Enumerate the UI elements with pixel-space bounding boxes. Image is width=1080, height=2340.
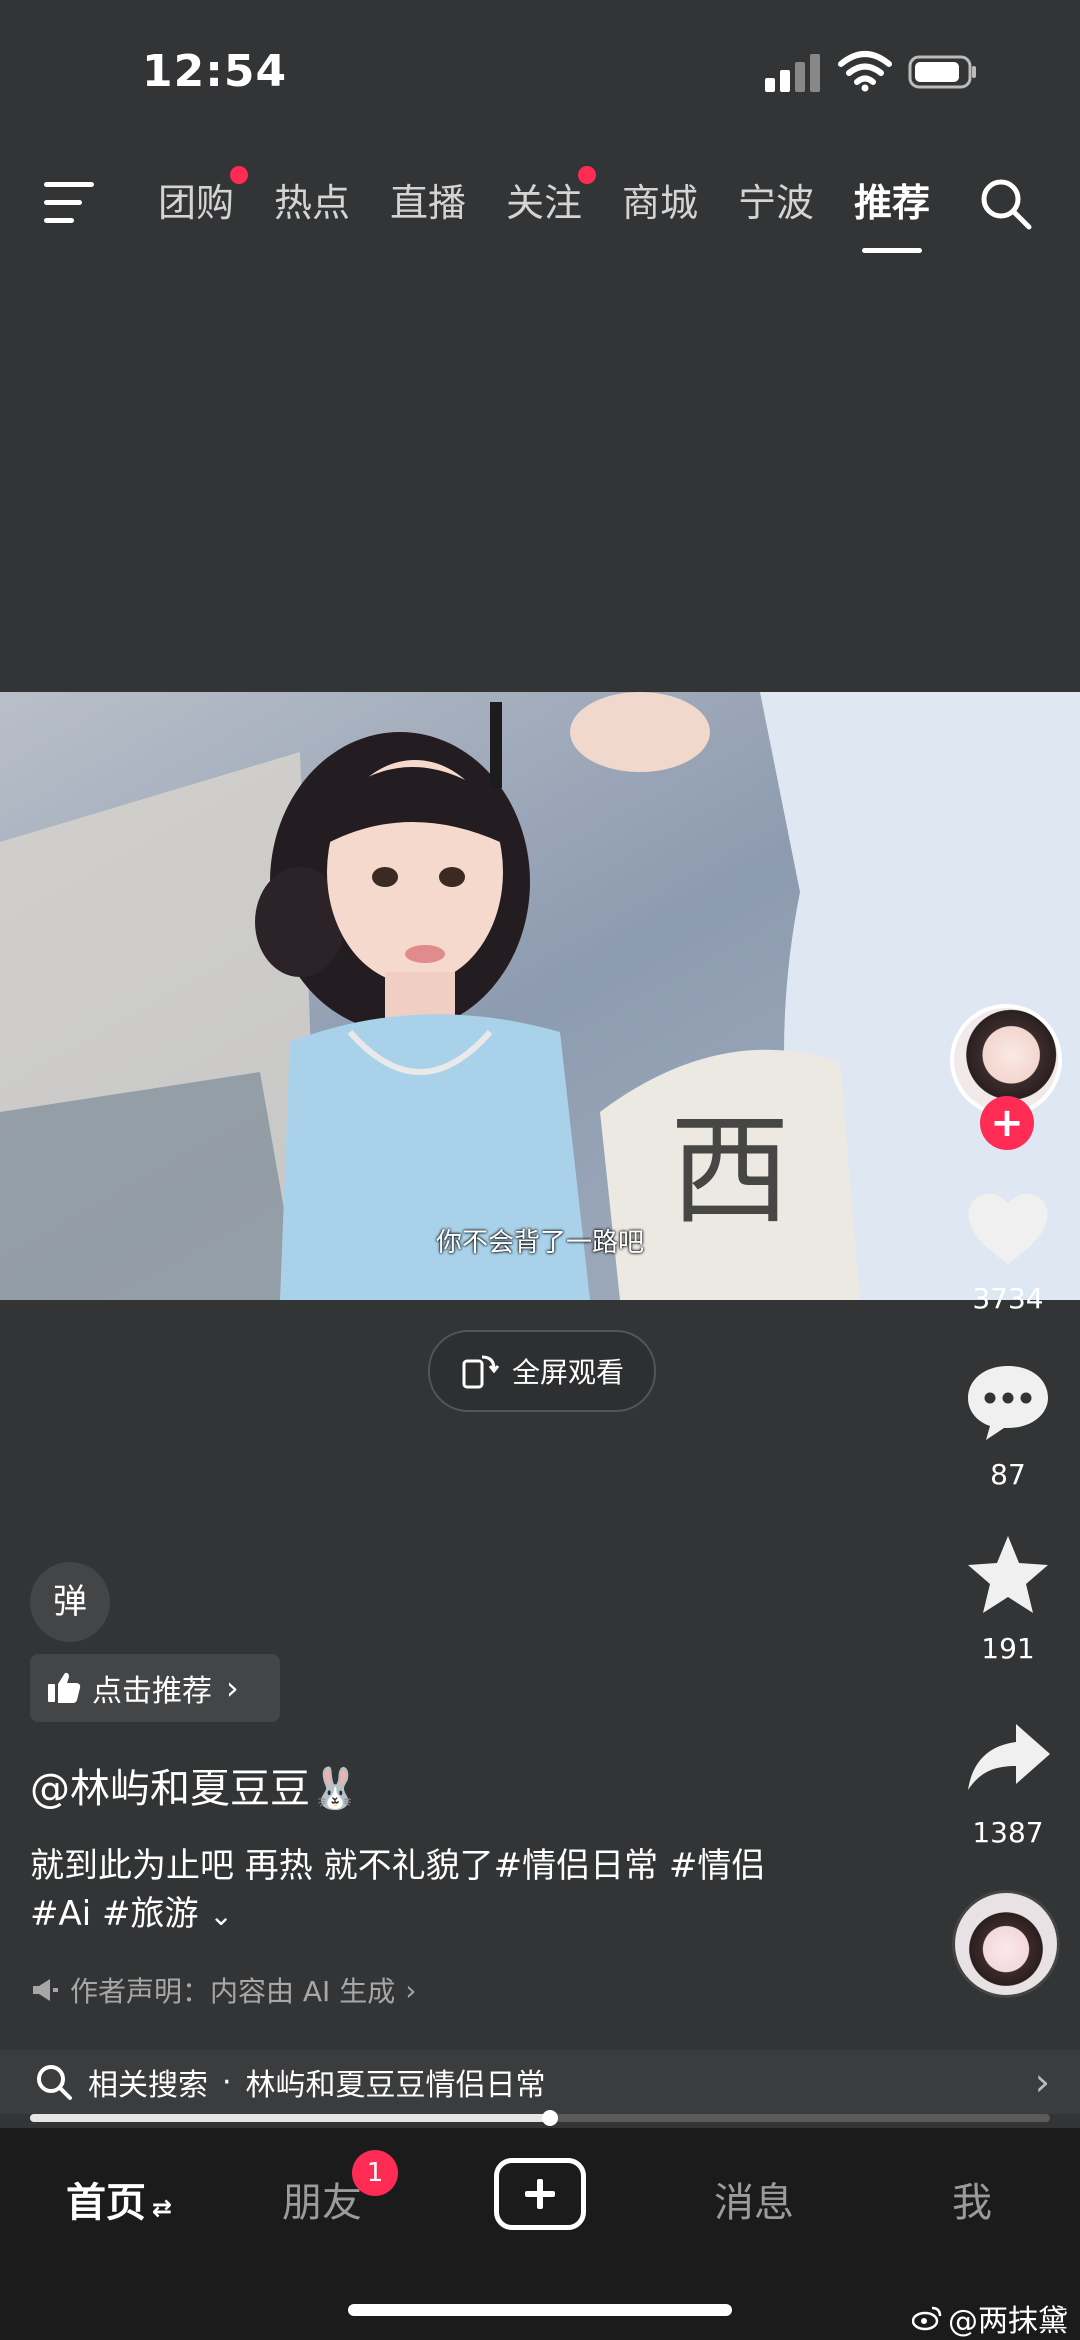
- status-time: 12:54: [142, 46, 288, 97]
- chevron-right-icon: ›: [226, 1669, 239, 1707]
- tab-notification-dot: [578, 166, 597, 184]
- tab-local[interactable]: 宁波: [738, 172, 814, 227]
- wifi-icon: [838, 51, 892, 92]
- progress-fill: [30, 2114, 551, 2122]
- tab-group-buy[interactable]: 团购: [158, 166, 249, 227]
- tab-live[interactable]: 直播: [390, 172, 466, 227]
- chevron-right-icon: ›: [405, 1973, 417, 2007]
- related-search-bar[interactable]: 相关搜索 · 林屿和夏豆豆情侣日常 ›: [0, 2050, 1080, 2114]
- video-progress-bar[interactable]: [30, 2110, 1050, 2126]
- video-frame: 西: [0, 692, 1080, 1300]
- tab-notification-dot: [230, 166, 249, 184]
- menu-icon[interactable]: [44, 180, 96, 224]
- favorite-count: 191: [981, 1632, 1035, 1665]
- plus-icon: [525, 2179, 555, 2209]
- search-icon[interactable]: [978, 176, 1034, 232]
- megaphone-icon: [33, 1979, 58, 2001]
- progress-handle[interactable]: [542, 2110, 559, 2126]
- rotate-screen-icon: [462, 1355, 500, 1389]
- share-icon[interactable]: [960, 1710, 1056, 1806]
- share-count: 1387: [972, 1816, 1044, 1849]
- chevron-right-icon: ›: [1034, 2060, 1050, 2104]
- battery-icon: [908, 55, 976, 89]
- recommend-button[interactable]: 点击推荐 ›: [30, 1654, 280, 1722]
- chevron-down-icon[interactable]: ⌄: [209, 1899, 232, 1932]
- music-disc[interactable]: [952, 1890, 1060, 1998]
- danmu-toggle-button[interactable]: 弹: [30, 1562, 110, 1642]
- svg-text:西: 西: [670, 1102, 790, 1241]
- home-indicator: [348, 2304, 732, 2316]
- video-player[interactable]: 西: [0, 692, 1080, 1300]
- video-subtitle: 你不会背了一路吧: [435, 1228, 644, 1258]
- weibo-logo-icon: [912, 2306, 942, 2331]
- tab-hot[interactable]: 热点: [274, 172, 350, 227]
- bottom-navigation: 首页 ⇄ 朋友 1 消息 我 @两抹黛: [0, 2128, 1080, 2340]
- tab-following[interactable]: 关注: [506, 166, 597, 227]
- friends-badge: 1: [352, 2150, 398, 2196]
- watermark: @两抹黛: [912, 2296, 1068, 2340]
- ai-declaration[interactable]: 作者声明：内容由 AI 生成 ›: [30, 1970, 416, 2010]
- follow-button[interactable]: +: [980, 1096, 1034, 1150]
- nav-messages[interactable]: 消息: [714, 2170, 794, 2228]
- tab-recommended[interactable]: 推荐: [854, 172, 930, 227]
- thumbs-up-icon: [48, 1672, 81, 1703]
- related-search-query: 林屿和夏豆豆情侣日常: [245, 2068, 546, 2103]
- search-icon: [37, 2065, 72, 2100]
- comment-count: 87: [990, 1458, 1026, 1491]
- star-icon[interactable]: [960, 1528, 1056, 1624]
- comment-icon[interactable]: [960, 1354, 1056, 1450]
- fullscreen-label: 全屏观看: [511, 1356, 624, 1389]
- related-search-label: 相关搜索: [88, 2068, 208, 2103]
- author-username[interactable]: @林屿和夏豆豆🐰: [30, 1756, 360, 1814]
- description-line-2: #Ai #旅游 ⌄: [30, 1894, 233, 1934]
- cellular-signal-icon: [765, 52, 821, 92]
- create-button[interactable]: [494, 2158, 586, 2230]
- recommend-label: 点击推荐: [92, 1674, 212, 1709]
- tab-mall[interactable]: 商城: [622, 172, 698, 227]
- nav-me[interactable]: 我: [952, 2170, 992, 2228]
- related-search-separator: ·: [222, 2064, 232, 2100]
- declaration-text: 作者声明：内容由 AI 生成: [70, 1975, 396, 2008]
- video-description[interactable]: 就到此为止吧 再热 就不礼貌了#情侣日常 #情侣 #Ai #旅游 ⌄: [30, 1842, 870, 1940]
- nav-home[interactable]: 首页 ⇄: [66, 2170, 172, 2228]
- nav-friends[interactable]: 朋友: [282, 2170, 362, 2228]
- heart-icon[interactable]: [960, 1180, 1056, 1276]
- description-line-1: 就到此为止吧 再热 就不礼貌了#情侣日常 #情侣: [30, 1846, 766, 1886]
- fullscreen-button[interactable]: 全屏观看: [428, 1330, 656, 1412]
- active-tab-indicator: [862, 248, 922, 253]
- like-count: 3734: [972, 1282, 1044, 1315]
- switch-arrows-icon: ⇄: [152, 2194, 173, 2222]
